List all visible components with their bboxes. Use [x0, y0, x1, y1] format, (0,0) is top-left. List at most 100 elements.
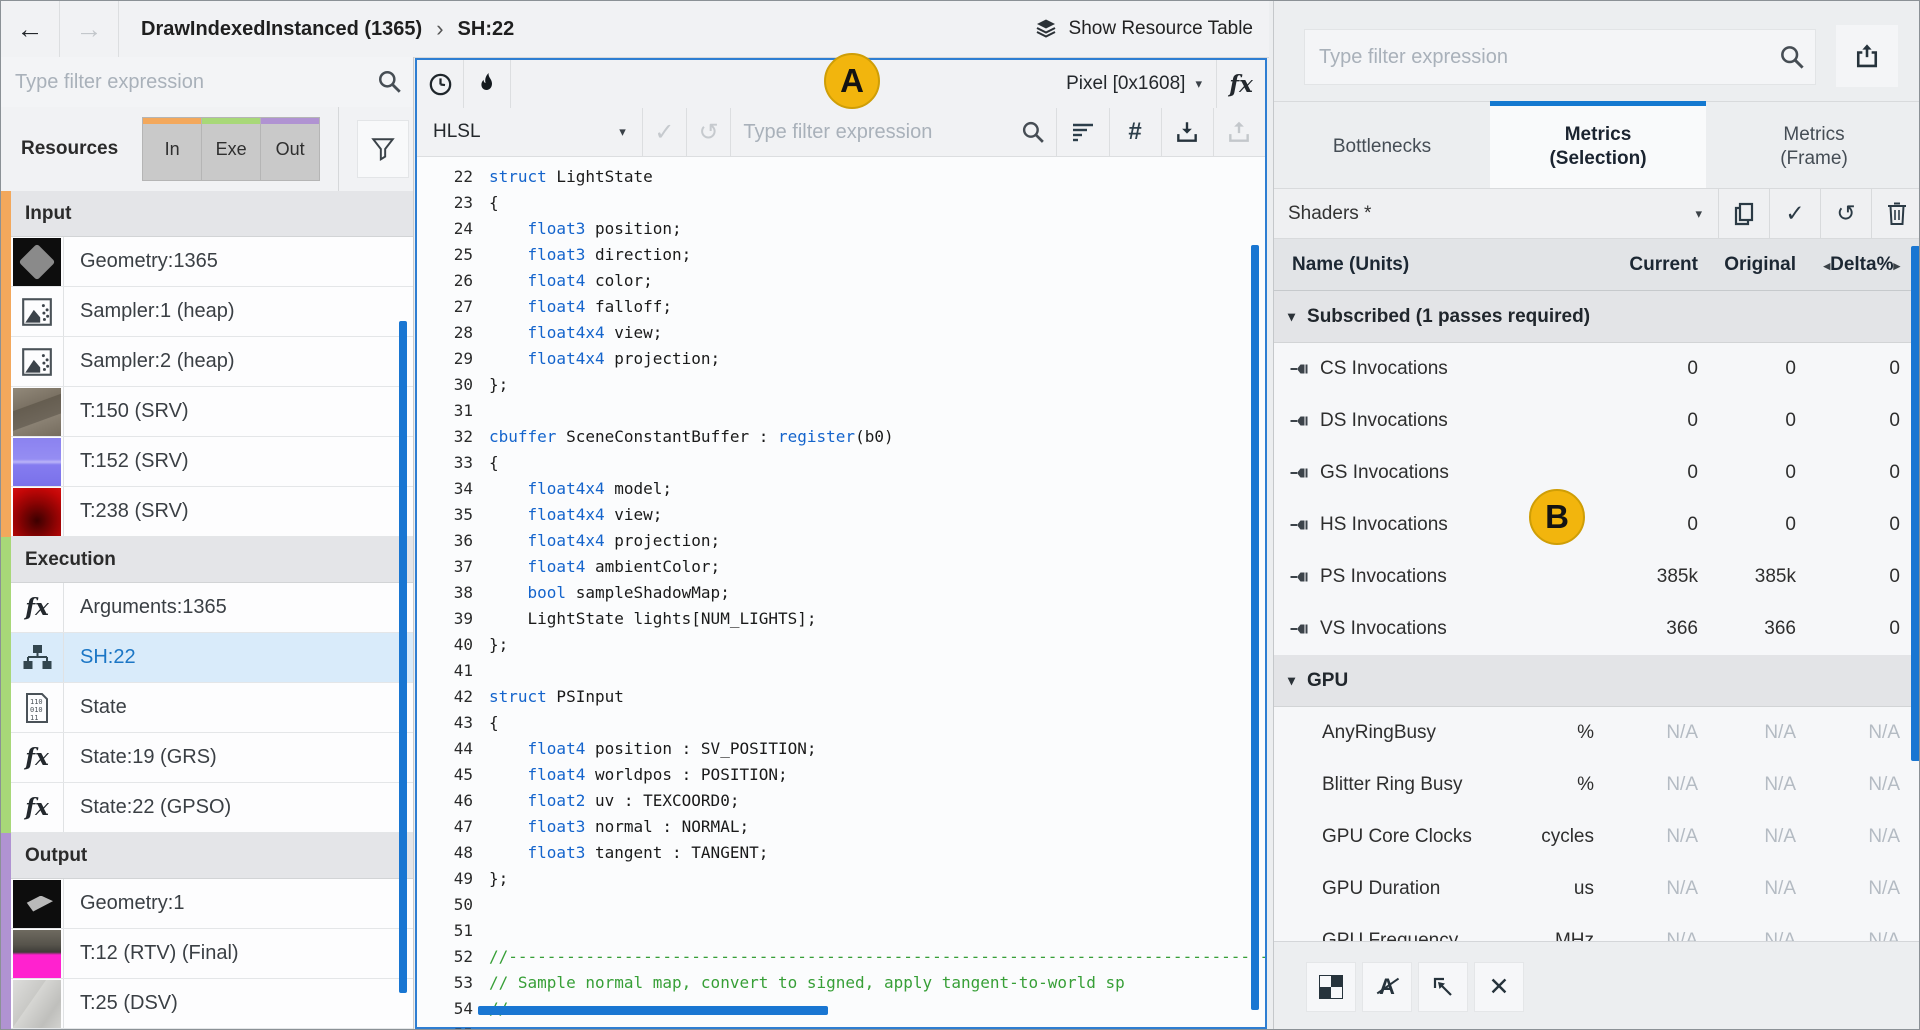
code-line: 40};	[417, 632, 1265, 658]
line-number: 42	[417, 684, 473, 710]
metric-row[interactable]: DS Invocations000	[1274, 395, 1920, 447]
section-header-output[interactable]: Output	[11, 833, 413, 879]
metric-row[interactable]: HS Invocations000	[1274, 499, 1920, 551]
code-line: 33{	[417, 450, 1265, 476]
resource-label: T:12 (RTV) (Final)	[64, 929, 239, 978]
resource-item[interactable]: 11001011State	[11, 683, 413, 733]
tab-bottlenecks[interactable]: Bottlenecks	[1274, 101, 1490, 188]
code-line: 22struct LightState	[417, 164, 1265, 190]
resources-filter-input[interactable]	[1, 70, 367, 95]
resource-item[interactable]: fxArguments:1365	[11, 583, 413, 633]
scroll-right-icon[interactable]: ▸	[1893, 258, 1900, 273]
edit-shader-button[interactable]: fx	[1216, 60, 1265, 108]
metrics-search-button[interactable]	[1769, 30, 1815, 84]
column-current: Current	[1594, 254, 1698, 276]
line-number: 29	[417, 346, 473, 372]
toggle-annotations-button[interactable]: A	[1362, 962, 1412, 1012]
metric-row[interactable]: PS Invocations385k385k0	[1274, 551, 1920, 603]
code-vertical-scrollbar[interactable]	[1251, 245, 1259, 1010]
resource-item[interactable]: T:238 (SRV)	[11, 487, 413, 537]
resource-item[interactable]: fxState:22 (GPSO)	[11, 783, 413, 833]
code-search-button[interactable]	[1010, 108, 1056, 156]
metric-name: GPU Core Clocks	[1274, 826, 1494, 848]
back-button[interactable]: ←	[1, 1, 60, 57]
io-toggle-in[interactable]: In	[142, 117, 202, 181]
resource-item[interactable]: T:150 (SRV)	[11, 387, 413, 437]
revert-button[interactable]: ↺	[687, 108, 731, 156]
resource-item[interactable]: Sampler:1 (heap)	[11, 287, 413, 337]
line-numbers-button[interactable]: #	[1110, 108, 1162, 156]
preset-dropdown[interactable]: Shaders *	[1274, 189, 1695, 238]
tab-metrics-selection-[interactable]: Metrics(Selection)	[1490, 101, 1706, 188]
export-metrics-button[interactable]	[1836, 25, 1898, 87]
resources-search-button[interactable]	[367, 57, 413, 107]
pixel-history-button[interactable]	[1306, 962, 1356, 1012]
preset-chevron[interactable]: ▾	[1695, 189, 1718, 238]
resource-item[interactable]: T:152 (SRV)	[11, 437, 413, 487]
download-shader-button[interactable]	[1162, 108, 1214, 156]
metric-row[interactable]: AnyRingBusy%N/AN/AN/A	[1274, 707, 1920, 759]
resource-item[interactable]: T:25 (DSV)	[11, 979, 413, 1029]
resource-label: State	[64, 683, 127, 732]
metric-current: 0	[1594, 358, 1698, 380]
io-toggle-out[interactable]: Out	[261, 117, 320, 181]
code-horizontal-scrollbar[interactable]	[478, 1006, 828, 1015]
upload-shader-button[interactable]	[1214, 108, 1265, 156]
section-header-execution[interactable]: Execution	[11, 537, 413, 583]
history-button[interactable]	[417, 60, 464, 108]
annotation-marker-b: B	[1529, 489, 1585, 545]
code-editor[interactable]: 22struct LightState23{24 float3 position…	[417, 156, 1265, 1029]
metric-name: HS Invocations	[1274, 514, 1494, 536]
metric-row[interactable]: GPU DurationusN/AN/AN/A	[1274, 863, 1920, 915]
metric-unit: %	[1494, 774, 1594, 796]
language-dropdown[interactable]: HLSL ▾	[417, 108, 643, 156]
metrics-filter-input[interactable]	[1305, 45, 1769, 70]
code-line: 42struct PSInput	[417, 684, 1265, 710]
search-icon	[1779, 44, 1806, 71]
line-number: 24	[417, 216, 473, 242]
metrics-column-header[interactable]: Name (Units) Current Original ◂Delta%▸	[1274, 239, 1920, 291]
breadcrumb-shader[interactable]: SH:22	[458, 18, 515, 41]
forward-button[interactable]: →	[60, 1, 119, 57]
metric-group-subscribed-passes-required-[interactable]: ▾Subscribed (1 passes required)	[1274, 291, 1920, 343]
resource-list-scrollbar[interactable]	[399, 321, 407, 993]
breadcrumb-event[interactable]: DrawIndexedInstanced (1365)	[141, 18, 422, 41]
shader-stage-dropdown[interactable]: Pixel [0x1608] ▾	[696, 60, 1216, 108]
metric-row[interactable]: Blitter Ring Busy%N/AN/AN/A	[1274, 759, 1920, 811]
resource-item[interactable]: Sampler:2 (heap)	[11, 337, 413, 387]
metric-group-gpu[interactable]: ▾GPU	[1274, 655, 1920, 707]
metric-unit: cycles	[1494, 826, 1594, 848]
metric-row[interactable]: CS Invocations000	[1274, 343, 1920, 395]
resource-item[interactable]: Geometry:1365	[11, 237, 413, 287]
metric-row[interactable]: GPU Core ClockscyclesN/AN/AN/A	[1274, 811, 1920, 863]
resource-item[interactable]: SH:22	[11, 633, 413, 683]
filter-funnel-button[interactable]	[357, 120, 409, 178]
apply-preset-button[interactable]: ✓	[1769, 189, 1820, 238]
resource-item[interactable]: T:12 (RTV) (Final)	[11, 929, 413, 979]
hot-shader-button[interactable]	[464, 60, 511, 108]
delete-preset-button[interactable]	[1871, 189, 1920, 238]
sort-lines-button[interactable]	[1057, 108, 1109, 156]
reset-preset-button[interactable]: ↺	[1820, 189, 1871, 238]
resource-item[interactable]: Geometry:1	[11, 879, 413, 929]
metric-row[interactable]: VS Invocations3663660	[1274, 603, 1920, 655]
metric-row[interactable]: GPU FrequencyMHzN/AN/AN/A	[1274, 915, 1920, 941]
code-line: 29 float4x4 projection;	[417, 346, 1265, 372]
io-toggle-exe[interactable]: Exe	[202, 117, 261, 181]
metric-name: GPU Duration	[1274, 878, 1494, 900]
metric-row[interactable]: GS Invocations000	[1274, 447, 1920, 499]
line-number: 45	[417, 762, 473, 788]
copy-preset-button[interactable]	[1718, 189, 1769, 238]
code-line: 26 float4 color;	[417, 268, 1265, 294]
code-filter-input[interactable]	[731, 120, 1010, 145]
select-region-button[interactable]	[1418, 962, 1468, 1012]
metrics-scrollbar[interactable]	[1911, 246, 1920, 761]
clear-selection-button[interactable]: ✕	[1474, 962, 1524, 1012]
apply-button[interactable]: ✓	[643, 108, 687, 156]
tab-metrics-frame-[interactable]: Metrics(Frame)	[1706, 101, 1920, 188]
show-resource-table-button[interactable]: Show Resource Table	[1033, 17, 1253, 41]
resource-item[interactable]: fxState:19 (GRS)	[11, 733, 413, 783]
resource-label: State:22 (GPSO)	[64, 783, 231, 832]
section-header-input[interactable]: Input	[11, 191, 413, 237]
line-number: 49	[417, 866, 473, 892]
